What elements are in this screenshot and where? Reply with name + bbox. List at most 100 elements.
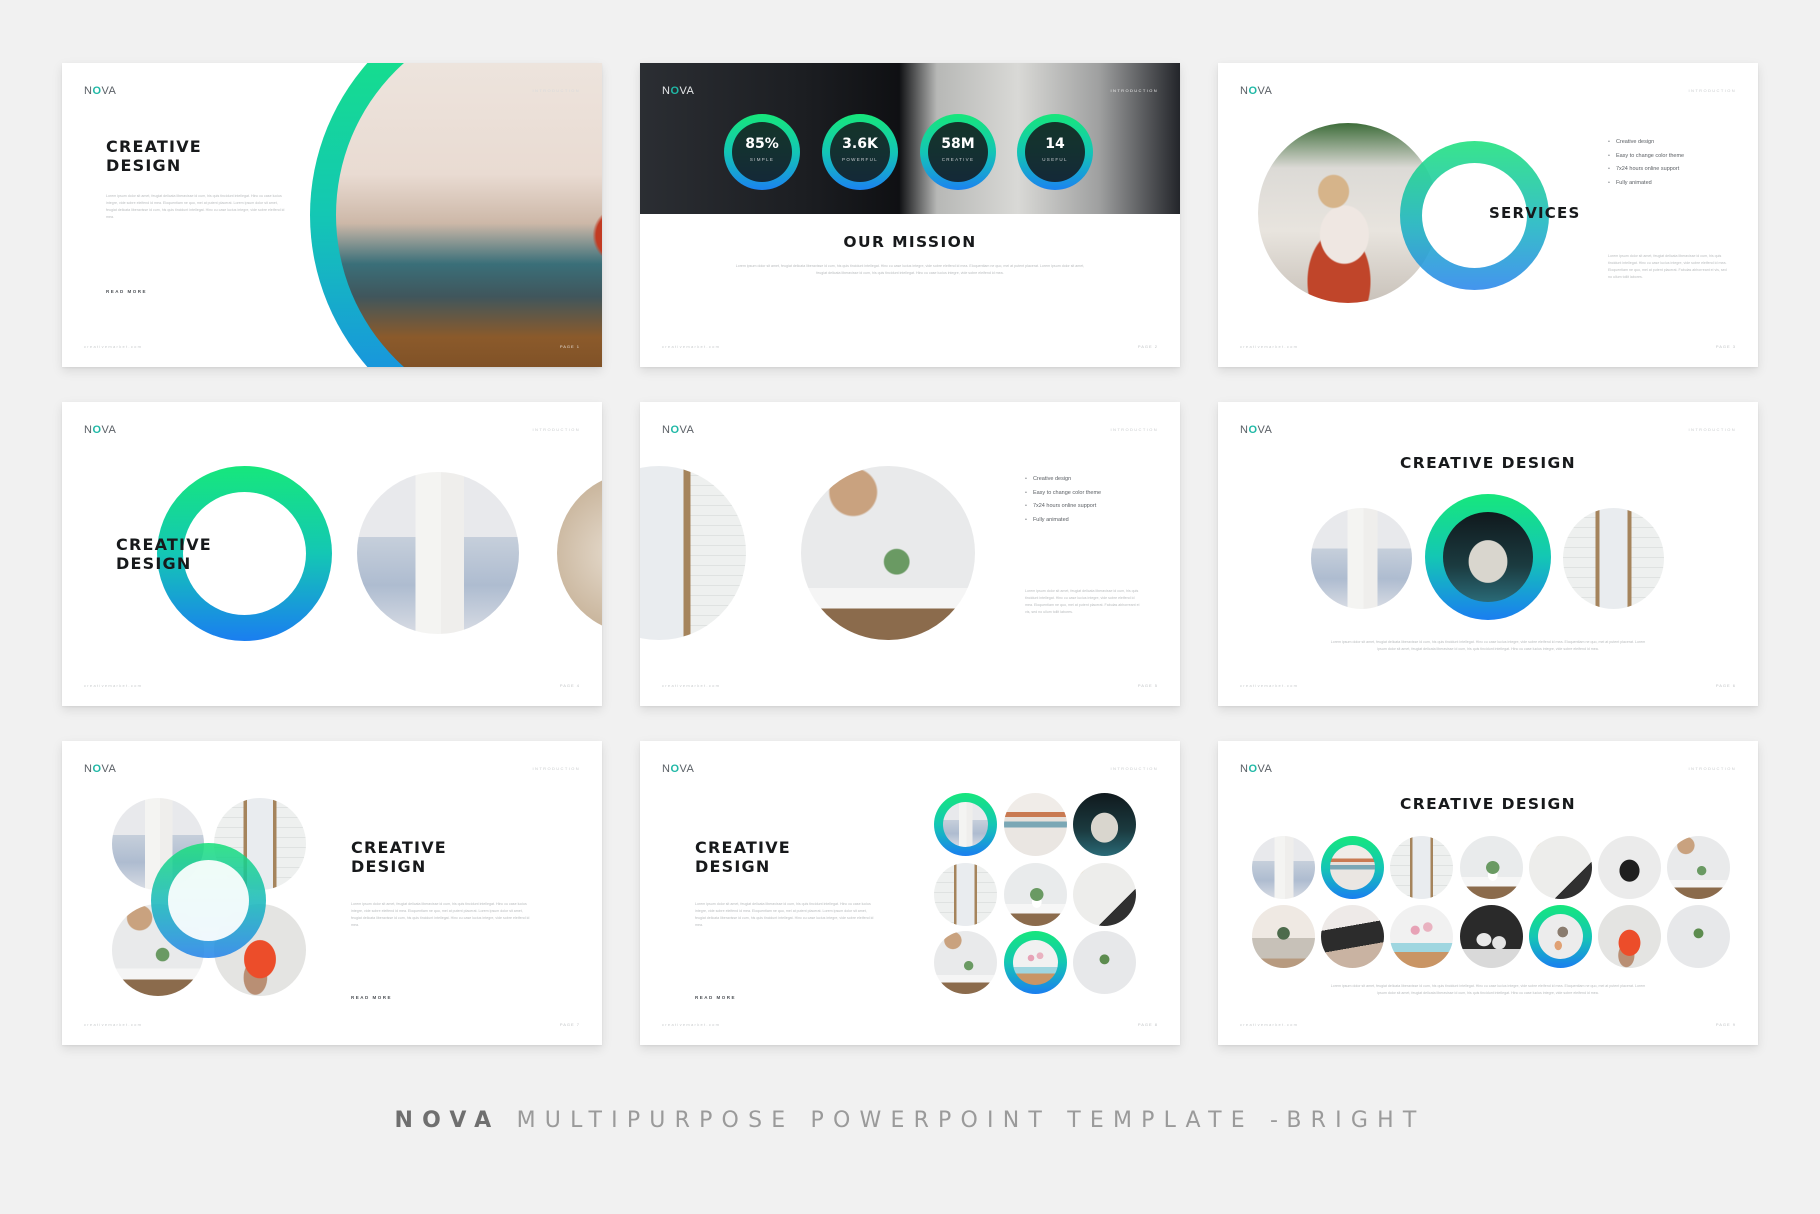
highlight-ring — [1004, 931, 1067, 994]
slide-thumbnail-7[interactable]: NOVA INTRODUCTION CREATIVE DESIGN Lorem i… — [62, 741, 602, 1045]
slide-title: SERVICES — [1489, 204, 1581, 222]
stat-value: 3.6K — [842, 136, 878, 152]
highlight-ring — [1529, 905, 1592, 968]
feature-list: Creative design Easy to change color the… — [1025, 476, 1101, 530]
footer-site: creativemarket.com — [84, 344, 143, 349]
nova-logo: NOVA — [662, 85, 695, 97]
feature-item: Fully animated — [1025, 517, 1101, 531]
section-label: INTRODUCTION — [532, 427, 580, 432]
slide-title: OUR MISSION — [843, 233, 977, 251]
feature-item: Fully animated — [1608, 180, 1684, 194]
cactus-photo — [1252, 905, 1315, 968]
slide-title: CREATIVE DESIGN — [1399, 454, 1577, 472]
body-text: Lorem ipsum dolor sit amet, feugiat deli… — [1608, 254, 1727, 279]
feature-item: 7x24 hours online support — [1025, 503, 1101, 517]
bowls-photo — [1330, 845, 1375, 890]
vases-photo — [1460, 905, 1523, 968]
read-more-link[interactable]: READ MORE — [106, 289, 147, 294]
nova-logo: NOVA — [84, 424, 117, 436]
section-label: INTRODUCTION — [532, 766, 580, 771]
frame-photo — [1390, 836, 1453, 899]
section-label: INTRODUCTION — [1110, 88, 1158, 93]
paper-photo — [1073, 863, 1136, 926]
footer-site: creativemarket.com — [662, 683, 721, 688]
slide-title: CREATIVE DESIGN — [351, 838, 447, 876]
tea-bag-photo — [1073, 793, 1136, 856]
body-text: Lorem ipsum dolor sit amet, feugiat deli… — [1330, 984, 1646, 995]
fur-photo — [557, 472, 602, 634]
sprig-photo — [1667, 905, 1730, 968]
slide-thumbnail-6[interactable]: NOVA INTRODUCTION CREATIVE DESIGN Lorem … — [1218, 402, 1758, 706]
frame-photo — [934, 863, 997, 926]
section-label: INTRODUCTION — [1110, 766, 1158, 771]
slide-thumbnail-2[interactable]: NOVA INTRODUCTION 85% SIMPLE 3.6K POWERF… — [640, 63, 1180, 367]
plant-photo — [1460, 836, 1523, 899]
highlight-ring — [1425, 494, 1551, 620]
page-number: PAGE 7 — [559, 1022, 580, 1027]
frame-photo — [1563, 508, 1664, 609]
page-number: PAGE 2 — [1137, 344, 1158, 349]
body-text: Lorem ipsum dolor sit amet, feugiat deli… — [695, 902, 874, 927]
typewriter-photo — [1598, 905, 1661, 968]
sprig-photo — [1073, 931, 1136, 994]
gradient-ring-graphic — [151, 843, 266, 958]
feature-item: Easy to change color theme — [1025, 490, 1101, 504]
body-text: Lorem ipsum dolor sit amet, feugiat deli… — [106, 194, 285, 219]
nova-logo: NOVA — [1240, 85, 1273, 97]
stat-label: CREATIVE — [941, 157, 975, 162]
flowers-photo — [1390, 905, 1453, 968]
bouquet-photo — [1538, 914, 1583, 959]
nova-logo: NOVA — [84, 763, 117, 775]
plant-shelf-photo — [801, 466, 975, 640]
slide-thumbnail-1[interactable]: NOVA INTRODUCTION CREATIVE DESIGN Lorem i… — [62, 63, 602, 367]
read-more-link[interactable]: READ MORE — [351, 995, 392, 1000]
read-more-link[interactable]: READ MORE — [695, 995, 736, 1000]
footer-site: creativemarket.com — [1240, 344, 1299, 349]
slide-thumbnail-8[interactable]: NOVA INTRODUCTION CREATIVE DESIGN Lorem i… — [640, 741, 1180, 1045]
plant-shelf-photo — [1667, 836, 1730, 899]
body-text: Lorem ipsum dolor sit amet, feugiat deli… — [351, 902, 530, 927]
nova-logo: NOVA — [662, 424, 695, 436]
stat-label: POWERFUL — [842, 157, 878, 162]
books-photo — [357, 472, 519, 634]
page-number: PAGE 8 — [1137, 1022, 1158, 1027]
slide-thumbnail-4[interactable]: NOVA INTRODUCTION CREATIVE DESIGN creativ… — [62, 402, 602, 706]
section-label: INTRODUCTION — [532, 88, 580, 93]
feature-list: Creative design Easy to change color the… — [1608, 139, 1684, 193]
feature-item: Creative design — [1025, 476, 1101, 490]
nova-logo: NOVA — [1240, 763, 1273, 775]
footer-site: creativemarket.com — [1240, 1022, 1299, 1027]
frame-photo — [640, 466, 746, 640]
slide-title: CREATIVE DESIGN — [695, 838, 791, 876]
stat-circle-creative: 58M CREATIVE — [920, 114, 996, 190]
footer-site: creativemarket.com — [84, 1022, 143, 1027]
nova-logo: NOVA — [1240, 424, 1273, 436]
slide-thumbnail-9[interactable]: NOVA INTRODUCTION CREATIVE DESIGN Lorem … — [1218, 741, 1758, 1045]
page-number: PAGE 3 — [1715, 344, 1736, 349]
section-label: INTRODUCTION — [1688, 427, 1736, 432]
stat-label: USEFUL — [1042, 157, 1068, 162]
page-number: PAGE 5 — [1137, 683, 1158, 688]
section-label: INTRODUCTION — [1110, 427, 1158, 432]
highlight-ring — [1321, 836, 1384, 899]
stat-value: 85% — [745, 136, 779, 152]
slide-title: CREATIVE DESIGN — [1399, 795, 1577, 813]
stat-circle-simple: 85% SIMPLE — [724, 114, 800, 190]
record-player-photo — [1321, 905, 1384, 968]
slide-thumbnail-3[interactable]: NOVA INTRODUCTION SERVICES Creative desi… — [1218, 63, 1758, 367]
slide-thumbnail-5[interactable]: NOVA INTRODUCTION Creative design Easy t… — [640, 402, 1180, 706]
template-caption: NOVA MULTIPURPOSE POWERPOINT TEMPLATE -B… — [0, 1108, 1820, 1133]
page-number: PAGE 6 — [1715, 683, 1736, 688]
header-photo — [640, 63, 1180, 214]
feature-item: Easy to change color theme — [1608, 153, 1684, 167]
stat-value: 14 — [1045, 136, 1065, 152]
nova-logo: NOVA — [84, 85, 117, 97]
stat-label: SIMPLE — [749, 157, 775, 162]
body-text: Lorem ipsum dolor sit amet, feugiat deli… — [735, 264, 1085, 275]
paper-photo — [1529, 836, 1592, 899]
section-label: INTRODUCTION — [1688, 88, 1736, 93]
page-number: PAGE 4 — [559, 683, 580, 688]
footer-site: creativemarket.com — [662, 1022, 721, 1027]
highlight-ring — [934, 793, 997, 856]
caption-text: MULTIPURPOSE POWERPOINT TEMPLATE -BRIGHT — [516, 1108, 1426, 1133]
